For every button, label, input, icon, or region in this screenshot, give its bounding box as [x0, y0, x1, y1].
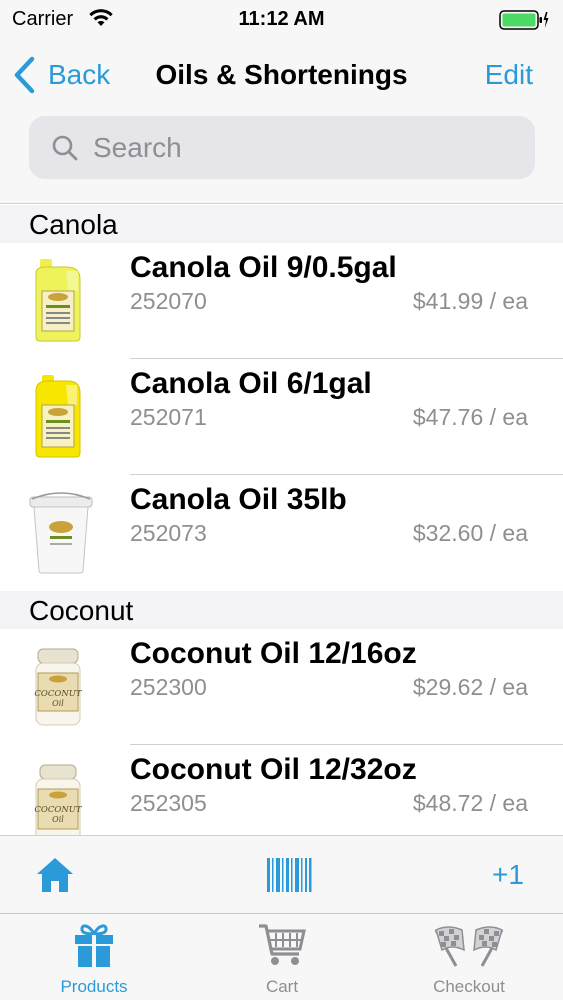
action-toolbar: +1 — [0, 835, 563, 913]
canola-jug-small-icon — [28, 257, 88, 343]
coconut-jar-icon: COCONUT Oil — [28, 759, 88, 835]
home-button[interactable] — [26, 836, 84, 914]
product-sku: 252300 — [130, 674, 207, 700]
section-header-coconut: Coconut — [0, 591, 563, 629]
tab-bar: Products Cart Checkout — [0, 913, 563, 1000]
tab-cart-label: Cart — [265, 977, 299, 996]
page-title: Oils & Shortenings — [155, 59, 408, 90]
svg-text:Oil: Oil — [52, 815, 64, 824]
tab-checkout[interactable]: Checkout — [375, 914, 563, 1000]
product-row[interactable]: Canola Oil 35lb 252073 $32.60 / ea — [0, 475, 563, 591]
product-sku: 252071 — [130, 404, 207, 430]
coconut-jar-icon: COCONUT Oil — [28, 643, 88, 729]
status-bar: Carrier 11:12 AM — [0, 0, 563, 40]
battery-icon — [499, 9, 549, 36]
product-name: Canola Oil 35lb — [130, 483, 347, 516]
tab-products[interactable]: Products — [0, 914, 188, 1000]
svg-text:COCONUT: COCONUT — [34, 805, 83, 815]
scan-barcode-button[interactable] — [260, 836, 318, 914]
home-icon — [37, 858, 73, 892]
product-list[interactable]: Canola Canola Oil 9/0.5gal 252070 $41.99… — [0, 205, 563, 835]
search-field[interactable] — [29, 116, 535, 179]
product-row[interactable]: COCONUT Oil Coconut Oil 12/16oz 252300 $… — [0, 629, 563, 745]
search-bar — [0, 110, 563, 204]
product-row[interactable]: Canola Oil 6/1gal 252071 $47.76 / ea — [0, 359, 563, 475]
product-sku: 252305 — [130, 790, 207, 816]
product-price: $32.60 / ea — [412, 520, 528, 546]
product-row[interactable]: COCONUT Oil Coconut Oil 12/32oz 252305 $… — [0, 745, 563, 835]
svg-text:COCONUT: COCONUT — [34, 689, 83, 699]
svg-text:Oil: Oil — [52, 699, 64, 708]
section-header-canola: Canola — [0, 205, 563, 243]
checkered-flags-icon — [434, 926, 504, 967]
product-sku: 252073 — [130, 520, 207, 546]
product-name: Coconut Oil 12/16oz — [130, 637, 417, 670]
edit-button[interactable]: Edit — [485, 59, 533, 91]
gift-icon — [75, 924, 113, 967]
tab-cart[interactable]: Cart — [188, 914, 376, 1000]
product-price: $29.62 / ea — [412, 674, 528, 700]
navigation-bar: Back Oils & Shortenings Edit — [0, 40, 563, 110]
plus-one-button[interactable]: +1 — [483, 836, 533, 914]
pail-icon — [28, 489, 93, 575]
tab-products-label: Products — [60, 977, 128, 996]
clock-time: 11:12 AM — [238, 8, 325, 30]
product-price: $41.99 / ea — [412, 288, 528, 314]
canola-jug-large-icon — [28, 373, 88, 459]
product-row[interactable]: Canola Oil 9/0.5gal 252070 $41.99 / ea — [0, 243, 563, 359]
product-name: Canola Oil 9/0.5gal — [130, 251, 397, 284]
product-price: $47.76 / ea — [412, 404, 528, 430]
tab-checkout-label: Checkout — [433, 977, 505, 996]
cart-icon — [259, 924, 306, 965]
search-input[interactable] — [93, 131, 493, 164]
product-name: Coconut Oil 12/32oz — [130, 753, 417, 786]
product-sku: 252070 — [130, 288, 207, 314]
barcode-icon — [267, 858, 312, 892]
product-name: Canola Oil 6/1gal — [130, 367, 372, 400]
product-price: $48.72 / ea — [412, 790, 528, 816]
search-icon — [52, 135, 78, 160]
